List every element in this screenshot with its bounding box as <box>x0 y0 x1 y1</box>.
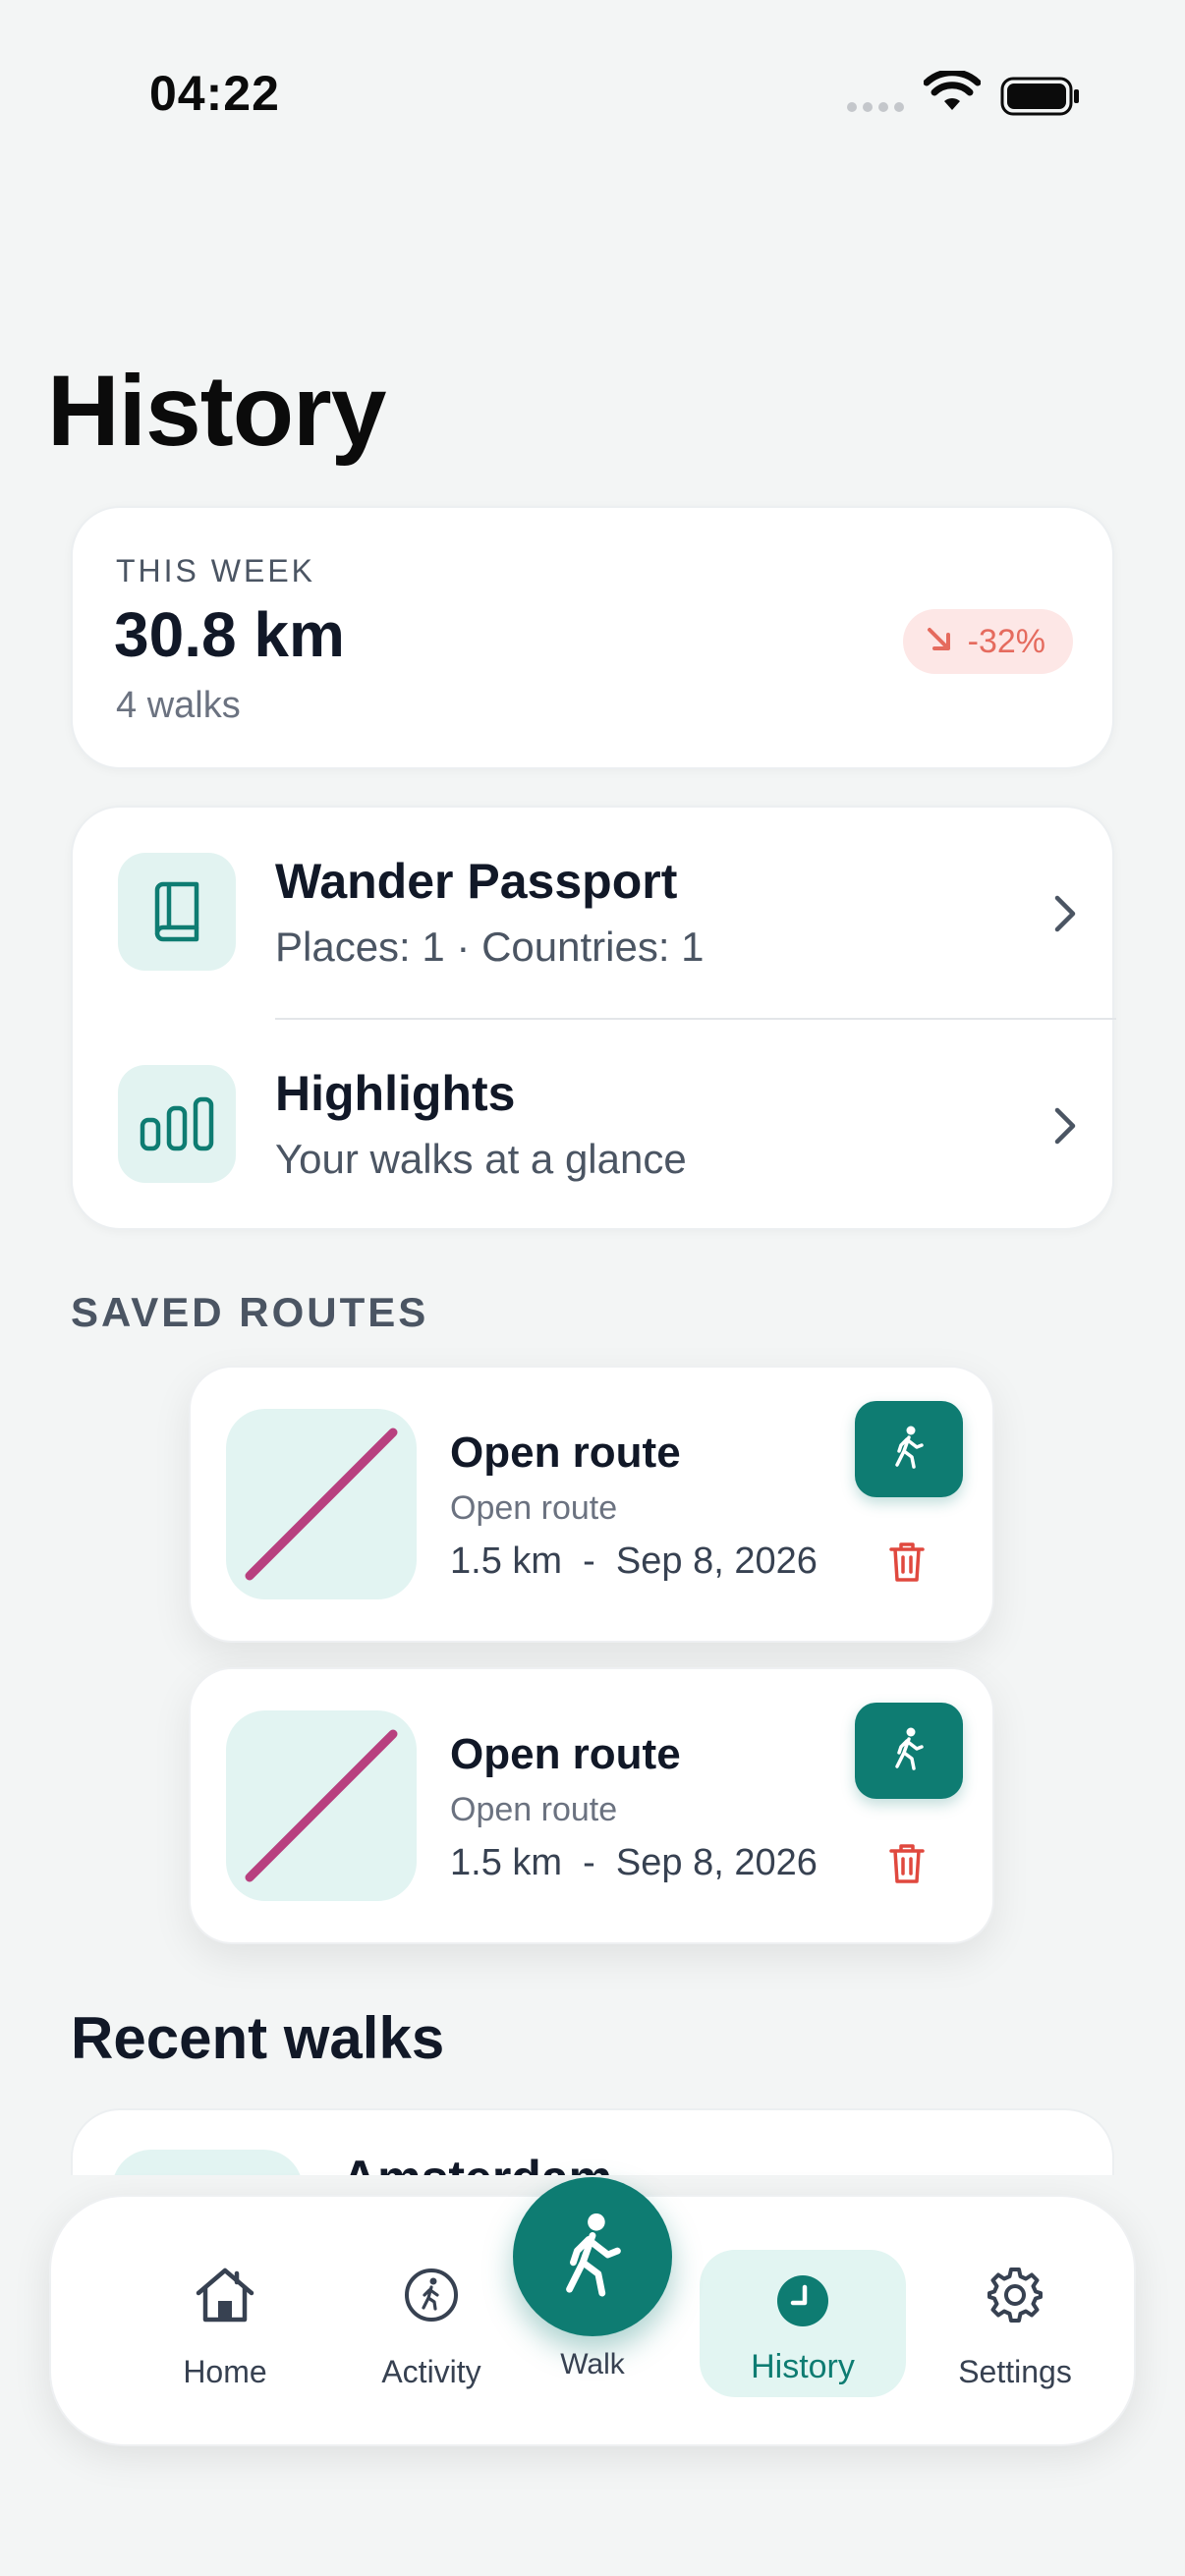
recent-walk-card[interactable]: Amsterdam <box>71 2108 1114 2175</box>
trash-icon <box>888 1542 926 1588</box>
route-subtitle: Open route <box>450 1791 618 1828</box>
route-meta: 1.5 km - Sep 8, 2026 <box>450 1540 818 1582</box>
link-title: Highlights <box>275 1066 516 1121</box>
wander-passport-row[interactable]: Wander Passport Places: 1 · Countries: 1 <box>73 808 1116 1020</box>
page-title: History <box>47 355 386 467</box>
walk-label: Walk <box>560 2348 625 2380</box>
battery-icon <box>1000 77 1081 121</box>
chevron-right-icon <box>1053 1106 1077 1150</box>
tab-settings[interactable]: Settings <box>906 2197 1124 2448</box>
recent-walks-title: Recent walks <box>71 2005 445 2071</box>
walking-icon <box>893 1426 925 1474</box>
delete-route-button[interactable] <box>888 1540 926 1589</box>
wifi-icon <box>923 69 982 119</box>
saved-route-card[interactable]: Open route Open route 1.5 km - Sep 8, 20… <box>189 1667 994 1944</box>
tab-home[interactable]: Home <box>116 2197 334 2448</box>
route-subtitle: Open route <box>450 1489 618 1527</box>
delete-route-button[interactable] <box>888 1842 926 1890</box>
route-meta: 1.5 km - Sep 8, 2026 <box>450 1842 818 1883</box>
tab-label: Settings <box>958 2354 1072 2389</box>
recent-walks-list: Amsterdam <box>71 2108 1114 2175</box>
link-subtitle: Places: 1 · Countries: 1 <box>275 924 705 970</box>
clock-icon <box>775 2273 830 2333</box>
trend-badge: -32% <box>902 609 1073 674</box>
signal-dots-icon <box>847 102 904 112</box>
links-card: Wander Passport Places: 1 · Countries: 1… <box>71 806 1116 1232</box>
start-route-button[interactable] <box>855 1401 963 1497</box>
route-title: Open route <box>450 1730 681 1778</box>
tab-history[interactable]: History <box>700 2250 906 2397</box>
highlights-row[interactable]: Highlights Your walks at a glance <box>73 1020 1116 1232</box>
route-title: Open route <box>450 1428 681 1477</box>
trend-value: -32% <box>967 622 1045 660</box>
walking-icon <box>561 2212 624 2302</box>
walk-button[interactable] <box>513 2177 672 2336</box>
bar-chart-icon <box>118 1065 236 1183</box>
tab-label: Activity <box>381 2354 481 2389</box>
walking-icon <box>893 1727 925 1775</box>
route-thumbnail <box>226 1409 417 1599</box>
status-bar: 04:22 <box>0 0 1185 196</box>
saved-route-card[interactable]: Open route Open route 1.5 km - Sep 8, 20… <box>189 1366 994 1643</box>
week-distance: 30.8 km <box>114 599 345 670</box>
week-walk-count: 4 walks <box>116 685 241 726</box>
walk-thumbnail <box>112 2150 303 2175</box>
route-thumbnail <box>226 1710 417 1901</box>
arrow-down-right-icon <box>925 625 954 659</box>
start-route-button[interactable] <box>855 1703 963 1799</box>
chevron-right-icon <box>1053 894 1077 938</box>
home-icon <box>194 2266 256 2329</box>
status-time: 04:22 <box>149 66 280 121</box>
link-title: Wander Passport <box>275 854 678 909</box>
gear-icon <box>986 2266 1044 2329</box>
tab-label: History <box>751 2348 855 2385</box>
week-label: THIS WEEK <box>116 553 316 588</box>
tab-activity[interactable]: Activity <box>322 2197 540 2448</box>
link-subtitle: Your walks at a glance <box>275 1136 687 1182</box>
trash-icon <box>888 1844 926 1889</box>
book-icon <box>118 853 236 971</box>
activity-walker-icon <box>402 2266 461 2329</box>
walk-name: Amsterdam <box>342 2150 612 2175</box>
this-week-card: THIS WEEK 30.8 km 4 walks -32% <box>71 506 1114 769</box>
tab-label: Home <box>183 2354 267 2389</box>
saved-routes-label: SAVED ROUTES <box>71 1289 429 1335</box>
